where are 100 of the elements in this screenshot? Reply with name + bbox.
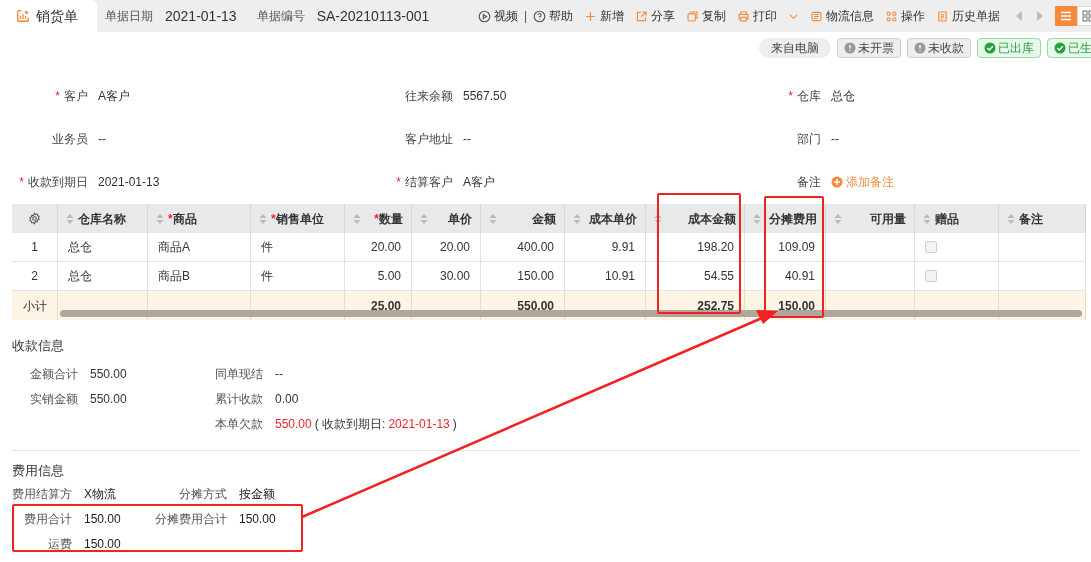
column-header[interactable]: 成本金额 bbox=[646, 204, 745, 233]
share-icon bbox=[635, 9, 648, 23]
toolbar-button[interactable]: 新增 bbox=[584, 7, 624, 25]
next-icon[interactable] bbox=[1035, 10, 1044, 22]
check-icon bbox=[984, 42, 996, 54]
subtotal-cell-text: 25.00 bbox=[370, 297, 401, 315]
column-header[interactable]: *商品 bbox=[148, 204, 251, 233]
subtotal-label: 小计 bbox=[12, 291, 58, 320]
column-header[interactable]: *销售单位 bbox=[251, 204, 345, 233]
previous-icon[interactable] bbox=[1015, 10, 1024, 22]
required-mark: * bbox=[396, 173, 401, 191]
toolbar-button[interactable]: 复制 bbox=[686, 7, 726, 25]
field-label: 备注 bbox=[797, 173, 821, 191]
table-cell-text: 40.91 bbox=[784, 268, 815, 285]
field-value: X物流 bbox=[84, 485, 116, 503]
column-header[interactable]: 单价 bbox=[412, 204, 481, 233]
field-value: 2021-01-13 bbox=[98, 173, 160, 191]
table-cell-text: 54.55 bbox=[703, 268, 734, 285]
settings-icon[interactable] bbox=[28, 212, 41, 225]
number-value: SA-20210113-001 bbox=[316, 6, 430, 26]
gift-checkbox[interactable] bbox=[925, 241, 937, 253]
field-label: 结算客户 bbox=[405, 173, 453, 191]
table-cell-text: 商品A bbox=[158, 239, 190, 256]
column-header[interactable]: 金额 bbox=[481, 204, 565, 233]
required-mark: * bbox=[271, 210, 276, 228]
subtotal-cell-text: 150.00 bbox=[778, 297, 815, 315]
sort-icon bbox=[834, 212, 842, 225]
column-header[interactable]: 分摊费用 bbox=[745, 204, 826, 233]
status-badge: 来自电脑 bbox=[759, 38, 831, 58]
field-value: 总仓 bbox=[831, 87, 855, 105]
field-label: 同单现结 bbox=[214, 366, 263, 383]
printer-icon bbox=[737, 9, 750, 23]
field-label: 业务员 bbox=[52, 130, 88, 148]
date-value: 2021-01-13 bbox=[165, 6, 237, 26]
column-header[interactable]: 成本单价 bbox=[565, 204, 646, 233]
gift-checkbox[interactable] bbox=[925, 270, 937, 282]
column-header[interactable]: 备注 bbox=[999, 204, 1086, 233]
toolbar-button[interactable]: 视频 bbox=[477, 7, 518, 25]
document-tab[interactable]: 销货单 bbox=[0, 0, 97, 32]
toolbar-button[interactable]: 物流信息 bbox=[810, 7, 874, 25]
field-label: 分摊费用合计 bbox=[154, 510, 227, 528]
column-header[interactable]: 可用量 bbox=[826, 204, 915, 233]
field-value: ) bbox=[452, 416, 457, 433]
column-header[interactable]: 赠品 bbox=[915, 204, 999, 233]
field-value: 550.00 bbox=[90, 366, 127, 383]
column-label: 金额 bbox=[532, 210, 556, 228]
status-badge: 未开票 bbox=[837, 38, 901, 58]
column-label: 成本金额 bbox=[688, 210, 736, 228]
field-value: -- bbox=[98, 130, 106, 148]
field-value: 150.00 bbox=[84, 535, 121, 553]
date-label: 单据日期 bbox=[105, 8, 153, 25]
table-cell-text: 总仓 bbox=[68, 239, 92, 256]
field-label: 收款到期日 bbox=[28, 173, 88, 191]
number-label: 单据编号 bbox=[256, 8, 305, 25]
scrollbar[interactable] bbox=[60, 310, 1082, 317]
field-label: 费用结算方 bbox=[11, 485, 72, 503]
table-cell-text: 件 bbox=[261, 268, 273, 285]
field-value: A客户 bbox=[463, 173, 495, 191]
column-label: 仓库名称 bbox=[78, 210, 126, 228]
list-view-button[interactable] bbox=[1055, 6, 1077, 26]
field-label: 费用合计 bbox=[23, 510, 72, 528]
table-cell-text: 20.00 bbox=[439, 239, 470, 256]
field-label: 部门 bbox=[797, 130, 821, 148]
required-mark: * bbox=[788, 87, 793, 105]
field-label: 客户地址 bbox=[405, 130, 453, 148]
column-label: 分摊费用 bbox=[769, 210, 817, 228]
toolbar-button[interactable]: 分享 bbox=[635, 7, 675, 25]
apps-icon bbox=[885, 9, 898, 23]
field-value: ( 收款到期日: bbox=[314, 416, 386, 433]
column-label: 可用量 bbox=[870, 210, 906, 228]
field-label: 运费 bbox=[47, 535, 72, 553]
column-header[interactable]: *数量 bbox=[345, 204, 412, 233]
sort-icon bbox=[66, 212, 74, 225]
sort-icon bbox=[753, 212, 761, 225]
table-cell-text: 5.00 bbox=[377, 268, 401, 285]
row-number: 2 bbox=[12, 262, 58, 290]
status-badge: 未收款 bbox=[907, 38, 971, 58]
field-value: 按金额 bbox=[239, 485, 275, 503]
field-label: 往来余额 bbox=[405, 87, 453, 105]
document-icon bbox=[936, 9, 949, 23]
toolbar-button[interactable]: 打印 bbox=[737, 7, 799, 25]
toolbar-button[interactable]: 历史单据 bbox=[936, 7, 1000, 25]
list-icon bbox=[1060, 11, 1072, 21]
field-value: 0.00 bbox=[275, 391, 299, 408]
sort-icon bbox=[923, 212, 931, 225]
field-label: 仓库 bbox=[797, 87, 821, 105]
field-value: 5567.50 bbox=[463, 87, 507, 105]
toolbar-button[interactable]: 操作 bbox=[885, 7, 925, 25]
table-cell-text: 总仓 bbox=[68, 268, 92, 285]
status-badge: 已出库 bbox=[977, 38, 1041, 58]
required-mark: * bbox=[168, 210, 173, 228]
column-label: 销售单位 bbox=[275, 210, 324, 228]
field-label: 累计收款 bbox=[214, 391, 263, 408]
grid-icon bbox=[1082, 10, 1091, 22]
field-value: 550.00 bbox=[90, 391, 127, 408]
toolbar-button[interactable]: 帮助 bbox=[533, 7, 573, 25]
field-label: 本单欠款 bbox=[214, 416, 263, 433]
column-header[interactable]: 仓库名称 bbox=[58, 204, 148, 233]
check-icon bbox=[1054, 42, 1066, 54]
column-label: 备注 bbox=[1019, 210, 1043, 228]
